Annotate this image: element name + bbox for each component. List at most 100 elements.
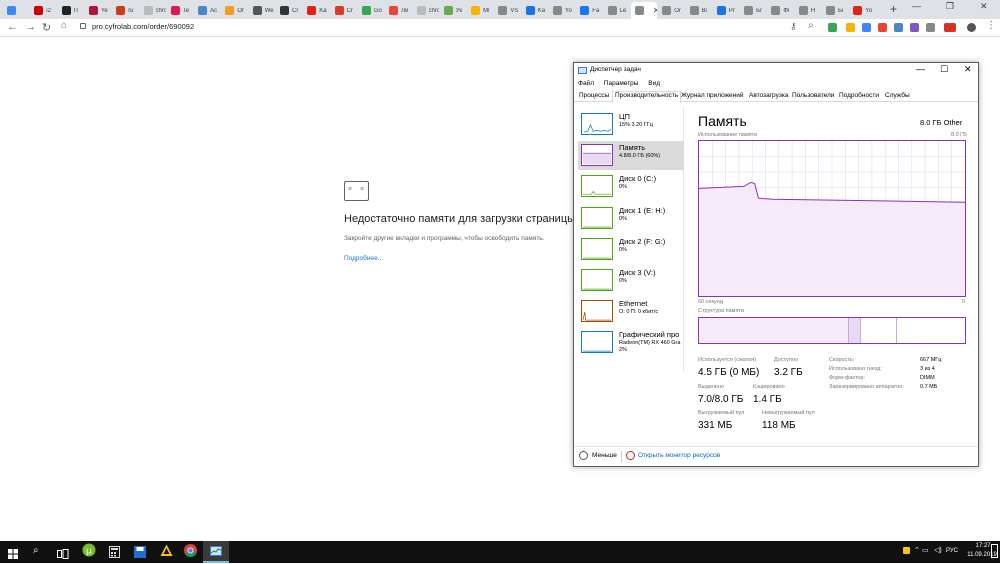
browser-tab[interactable]: Ук <box>440 2 466 19</box>
menu-file[interactable]: Файл <box>578 80 594 87</box>
minimize-icon[interactable]: — <box>912 1 921 11</box>
browser-tab[interactable]: Ka <box>522 2 548 19</box>
minimize-icon[interactable]: — <box>916 64 925 74</box>
extension-icon[interactable] <box>926 23 935 32</box>
tab-processes[interactable]: Процессы <box>577 92 611 102</box>
browser-tab[interactable]: Бг <box>740 2 766 19</box>
browser-tab[interactable]: ru <box>112 2 138 19</box>
tab-startup[interactable]: Автозагрузка <box>747 92 790 102</box>
tab-title: Cr <box>292 7 299 14</box>
resource-item[interactable]: Диск 0 (C:) 0% <box>578 172 684 201</box>
menu-icon[interactable]: ⋮ <box>986 20 996 31</box>
maximize-icon[interactable]: ☐ <box>940 64 948 75</box>
browser-tab[interactable]: Or <box>658 2 684 19</box>
notifications-icon[interactable] <box>991 544 998 558</box>
extension-icon[interactable] <box>828 23 837 32</box>
tab-services[interactable]: Службы <box>883 92 912 102</box>
close-icon[interactable]: ✕ <box>964 64 972 75</box>
avatar[interactable] <box>967 23 976 32</box>
reload-icon[interactable]: ↻ <box>42 21 51 34</box>
language-indicator[interactable]: РУС <box>946 548 958 554</box>
browser-tab[interactable]: ✕ <box>630 2 658 19</box>
browser-tab[interactable]: Or <box>221 2 247 19</box>
browser-tab[interactable]: chron <box>140 2 166 19</box>
task-view-icon[interactable] <box>57 546 69 564</box>
resource-item[interactable]: Диск 3 (V:) 0% <box>578 266 684 295</box>
browser-tab[interactable]: IT <box>58 2 84 19</box>
browser-tab[interactable]: We <box>249 2 275 19</box>
new-tab-button[interactable]: + <box>890 2 897 16</box>
extension-icon[interactable] <box>894 23 903 32</box>
browser-tab[interactable]: VS <box>494 2 520 19</box>
home-icon[interactable]: ⌂ <box>61 20 67 31</box>
chrome-icon[interactable] <box>184 544 197 562</box>
browser-tab[interactable]: Bi <box>686 2 712 19</box>
tab-performance[interactable]: Производительность <box>612 91 682 103</box>
resource-item[interactable]: Диск 2 (F: G:) 0% <box>578 235 684 264</box>
task-manager-taskbar-button[interactable] <box>203 541 229 563</box>
calculator-icon[interactable] <box>109 545 120 563</box>
open-resource-monitor-link[interactable]: Открыть монитор ресурсов <box>638 452 720 459</box>
close-tab-icon[interactable]: ✕ <box>653 6 657 15</box>
extension-icon[interactable] <box>846 23 855 32</box>
back-icon[interactable]: ← <box>7 21 18 33</box>
menu-options[interactable]: Параметры <box>604 80 639 87</box>
forward-icon[interactable]: → <box>25 21 36 33</box>
show-hidden-icons-icon[interactable]: ⌃ <box>914 546 920 554</box>
browser-tab[interactable] <box>3 2 29 19</box>
browser-tab[interactable]: Фі <box>767 2 793 19</box>
key-icon[interactable]: ⚷ <box>790 21 797 32</box>
volume-icon[interactable]: ◁) <box>934 546 942 554</box>
menu-view[interactable]: Вид <box>648 80 660 87</box>
browser-tab[interactable]: Yo <box>849 2 875 19</box>
browser-tab[interactable]: Cr <box>331 2 357 19</box>
browser-tab[interactable]: Yo <box>549 2 575 19</box>
browser-tab[interactable]: Fa <box>576 2 602 19</box>
browser-tab[interactable]: chron <box>413 2 439 19</box>
tab-title: Fa <box>592 7 600 14</box>
save-icon[interactable] <box>134 545 146 563</box>
browser-tab[interactable]: Go <box>358 2 384 19</box>
chevron-up-icon[interactable]: ⌃ <box>579 451 588 460</box>
tray-app-icon[interactable] <box>903 547 910 554</box>
extension-icon[interactable] <box>878 23 887 32</box>
start-button[interactable] <box>8 546 18 564</box>
tab-app-history[interactable]: Журнал приложений <box>679 92 746 102</box>
resource-item[interactable]: ЦП 15% 3.20 ГГц <box>578 110 684 139</box>
search-icon[interactable]: ⌕ <box>33 545 39 556</box>
browser-tab[interactable]: Н <box>795 2 821 19</box>
browser-tab[interactable]: Бі <box>822 2 848 19</box>
resource-item[interactable]: Графический про Radeon(TM) RX 460 Gra 2% <box>578 328 684 357</box>
close-window-icon[interactable]: ✕ <box>980 1 988 12</box>
adblock-icon[interactable] <box>944 23 956 32</box>
learn-more-link[interactable]: Подробнее... <box>344 255 383 262</box>
zoom-icon[interactable]: ⌕ <box>808 20 814 31</box>
browser-tab[interactable]: Ye <box>85 2 111 19</box>
tab-users[interactable]: Пользователи <box>790 92 836 102</box>
resource-item[interactable]: Диск 1 (E: H:) 0% <box>578 204 684 233</box>
resource-item[interactable]: Память 4.8/8.0 ГБ (60%) <box>578 141 684 171</box>
app-icon[interactable] <box>160 544 173 562</box>
resource-monitor-icon[interactable] <box>626 451 635 460</box>
browser-tab[interactable]: Te <box>167 2 193 19</box>
browser-tab[interactable]: Le <box>604 2 630 19</box>
browser-tab[interactable]: Cr <box>276 2 302 19</box>
tab-details[interactable]: Подробности <box>837 92 881 102</box>
fewer-details-button[interactable]: Меньше <box>592 452 617 459</box>
resource-item[interactable]: Ethernet О: 0 П: 0 кбит/с <box>578 297 684 326</box>
maximize-icon[interactable]: ❐ <box>946 1 954 12</box>
divider <box>621 451 622 462</box>
lock-icon[interactable] <box>80 23 86 29</box>
browser-tab[interactable]: Ac <box>194 2 220 19</box>
browser-tab[interactable]: i2 <box>30 2 56 19</box>
browser-tab[interactable]: Ml <box>467 2 493 19</box>
browser-tab[interactable]: Ли <box>385 2 411 19</box>
utorrent-icon[interactable]: µ <box>82 543 96 562</box>
browser-tab[interactable]: Pr <box>713 2 739 19</box>
address-bar[interactable]: pro.cyfrolab.com/order/690092 <box>92 22 194 31</box>
extension-icon[interactable] <box>910 23 919 32</box>
extension-icon[interactable] <box>862 23 871 32</box>
network-icon[interactable]: ▭ <box>922 546 929 554</box>
browser-tab[interactable]: Ka <box>303 2 329 19</box>
nonpaged-pool-value: 118 МБ <box>762 420 796 431</box>
